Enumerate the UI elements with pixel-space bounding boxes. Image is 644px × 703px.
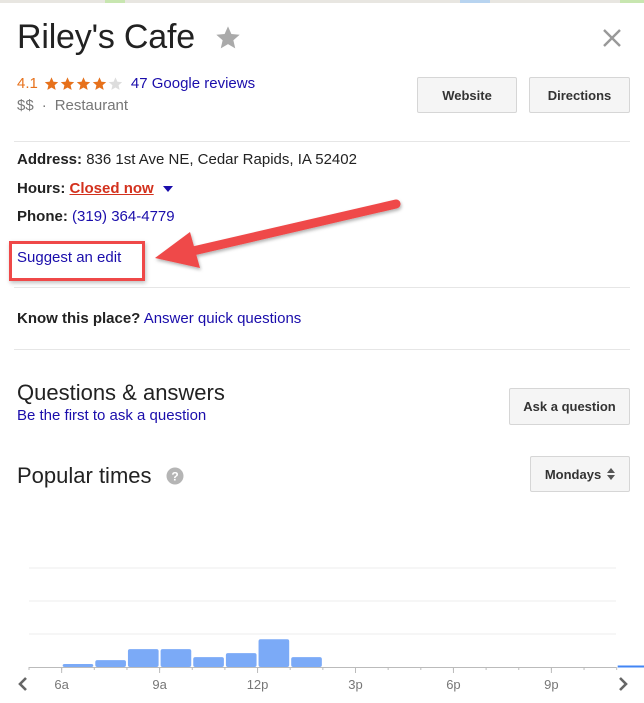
meta-row: $$ · Restaurant (17, 97, 128, 114)
chart-bar (193, 657, 224, 667)
hours-line: Hours: Closed now (17, 180, 173, 197)
website-button[interactable]: Website (417, 77, 517, 113)
know-label: Know this place? (17, 310, 141, 327)
chart-tick-label: 6p (446, 677, 460, 692)
red-arrow-annotation (155, 199, 401, 268)
divider (14, 287, 630, 288)
chart-bar (160, 649, 192, 667)
chart-tick-label: 12p (247, 677, 269, 692)
place-title: Riley's Cafe (17, 18, 195, 56)
hours-label: Hours: (17, 180, 66, 197)
updown-arrows-icon (607, 468, 616, 480)
separator: · (41, 97, 47, 114)
chart-bar (258, 639, 290, 667)
address-line: Address: 836 1st Ave NE, Cedar Rapids, I… (17, 151, 357, 168)
day-select-value: Mondays (544, 466, 602, 482)
divider (14, 141, 630, 142)
chevron-left-icon[interactable] (16, 676, 30, 692)
popular-times-title: Popular times (17, 463, 152, 488)
know-this-place: Know this place? Answer quick questions (17, 310, 301, 327)
close-icon[interactable] (600, 26, 624, 50)
phone-label: Phone: (17, 208, 68, 225)
category: Restaurant (54, 97, 129, 114)
star-icon (76, 76, 91, 90)
svg-text:?: ? (171, 470, 178, 484)
chevron-right-icon[interactable] (616, 676, 630, 692)
popular-times-chart: 6a 9a 12p 3p 6p 9p (28, 567, 644, 692)
first-question-link[interactable]: Be the first to ask a question (17, 407, 206, 424)
chart-bar (62, 664, 94, 667)
phone-link[interactable]: (319) 364-4779 (72, 208, 175, 225)
map-strip (0, 0, 644, 3)
reviews-link[interactable]: 47 Google reviews (131, 75, 255, 92)
qa-title: Questions & answers (17, 380, 225, 405)
directions-button[interactable]: Directions (529, 77, 630, 113)
price-level: $$ (17, 97, 34, 114)
chart-tick-label: 6a (54, 677, 69, 692)
address-value: 836 1st Ave NE, Cedar Rapids, IA 52402 (86, 151, 357, 168)
rating-row: 4.1 47 Google reviews (17, 75, 255, 92)
caret-down-icon[interactable] (162, 186, 173, 193)
suggest-edit-link[interactable]: Suggest an edit (17, 249, 121, 266)
address-label: Address: (17, 151, 83, 168)
rating-stars (43, 76, 123, 92)
chart-bar (127, 649, 159, 667)
rating-value: 4.1 (17, 75, 38, 92)
star-icon (108, 76, 123, 90)
ask-question-button[interactable]: Ask a question (509, 388, 630, 425)
divider (14, 349, 630, 350)
chart-bar (95, 660, 126, 667)
chart-tick-label: 9p (544, 677, 558, 692)
star-icon (60, 76, 75, 90)
day-select[interactable]: Mondays (530, 456, 630, 492)
chart-tick-label: 3p (348, 677, 362, 692)
chart-bar (225, 653, 257, 667)
answer-questions-link[interactable]: Answer quick questions (144, 310, 302, 327)
star-icon[interactable] (214, 24, 242, 52)
chart-tick-label: 9a (152, 677, 167, 692)
star-icon (92, 76, 107, 90)
chart-bar (291, 657, 322, 667)
phone-line: Phone: (319) 364-4779 (17, 208, 175, 225)
map-water (460, 0, 490, 3)
help-circle-icon[interactable]: ? (166, 467, 184, 485)
map-park (105, 0, 125, 3)
hours-status[interactable]: Closed now (70, 180, 154, 197)
star-icon (44, 76, 59, 90)
map-park (620, 0, 644, 3)
